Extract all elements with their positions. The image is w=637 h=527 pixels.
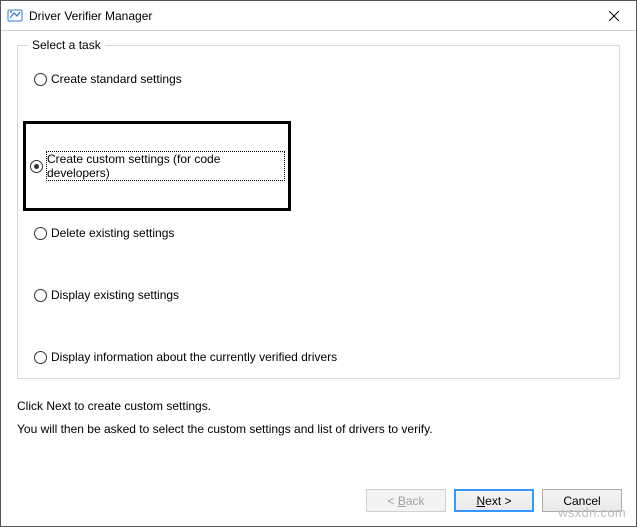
close-button[interactable] xyxy=(591,1,636,31)
instruction-line-2: You will then be asked to select the cus… xyxy=(17,418,620,441)
radio-icon xyxy=(34,289,47,302)
instructions: Click Next to create custom settings. Yo… xyxy=(17,395,620,441)
radio-icon xyxy=(34,227,47,240)
radio-icon xyxy=(30,160,43,173)
task-groupbox: Select a task Create standard settings C… xyxy=(17,45,620,379)
instruction-line-1: Click Next to create custom settings. xyxy=(17,395,620,418)
cancel-button[interactable]: Cancel xyxy=(542,489,622,512)
radio-create-standard[interactable]: Create standard settings xyxy=(30,72,607,86)
wizard-buttons: < Back Next > Cancel xyxy=(366,489,622,512)
groupbox-label: Select a task xyxy=(28,38,105,52)
radio-delete-existing[interactable]: Delete existing settings xyxy=(30,226,607,240)
app-icon xyxy=(7,8,23,24)
radio-label: Delete existing settings xyxy=(51,226,174,240)
radio-label: Create standard settings xyxy=(51,72,182,86)
window-title: Driver Verifier Manager xyxy=(29,9,591,23)
content-area: Select a task Create standard settings C… xyxy=(1,31,636,451)
close-icon xyxy=(609,11,619,21)
radio-label: Display information about the currently … xyxy=(51,350,337,364)
radio-label: Display existing settings xyxy=(51,288,179,302)
cancel-button-label: Cancel xyxy=(563,494,600,508)
radio-create-custom[interactable]: Create custom settings (for code develop… xyxy=(26,124,288,208)
back-button-label: < Back xyxy=(387,494,424,508)
radio-icon xyxy=(34,351,47,364)
next-button-label: Next > xyxy=(476,494,511,508)
titlebar: Driver Verifier Manager xyxy=(1,1,636,31)
back-button: < Back xyxy=(366,489,446,512)
radio-icon xyxy=(34,73,47,86)
next-button[interactable]: Next > xyxy=(454,489,534,512)
radio-display-existing[interactable]: Display existing settings xyxy=(30,288,607,302)
radio-display-info[interactable]: Display information about the currently … xyxy=(30,350,607,364)
radio-label: Create custom settings (for code develop… xyxy=(47,152,284,180)
